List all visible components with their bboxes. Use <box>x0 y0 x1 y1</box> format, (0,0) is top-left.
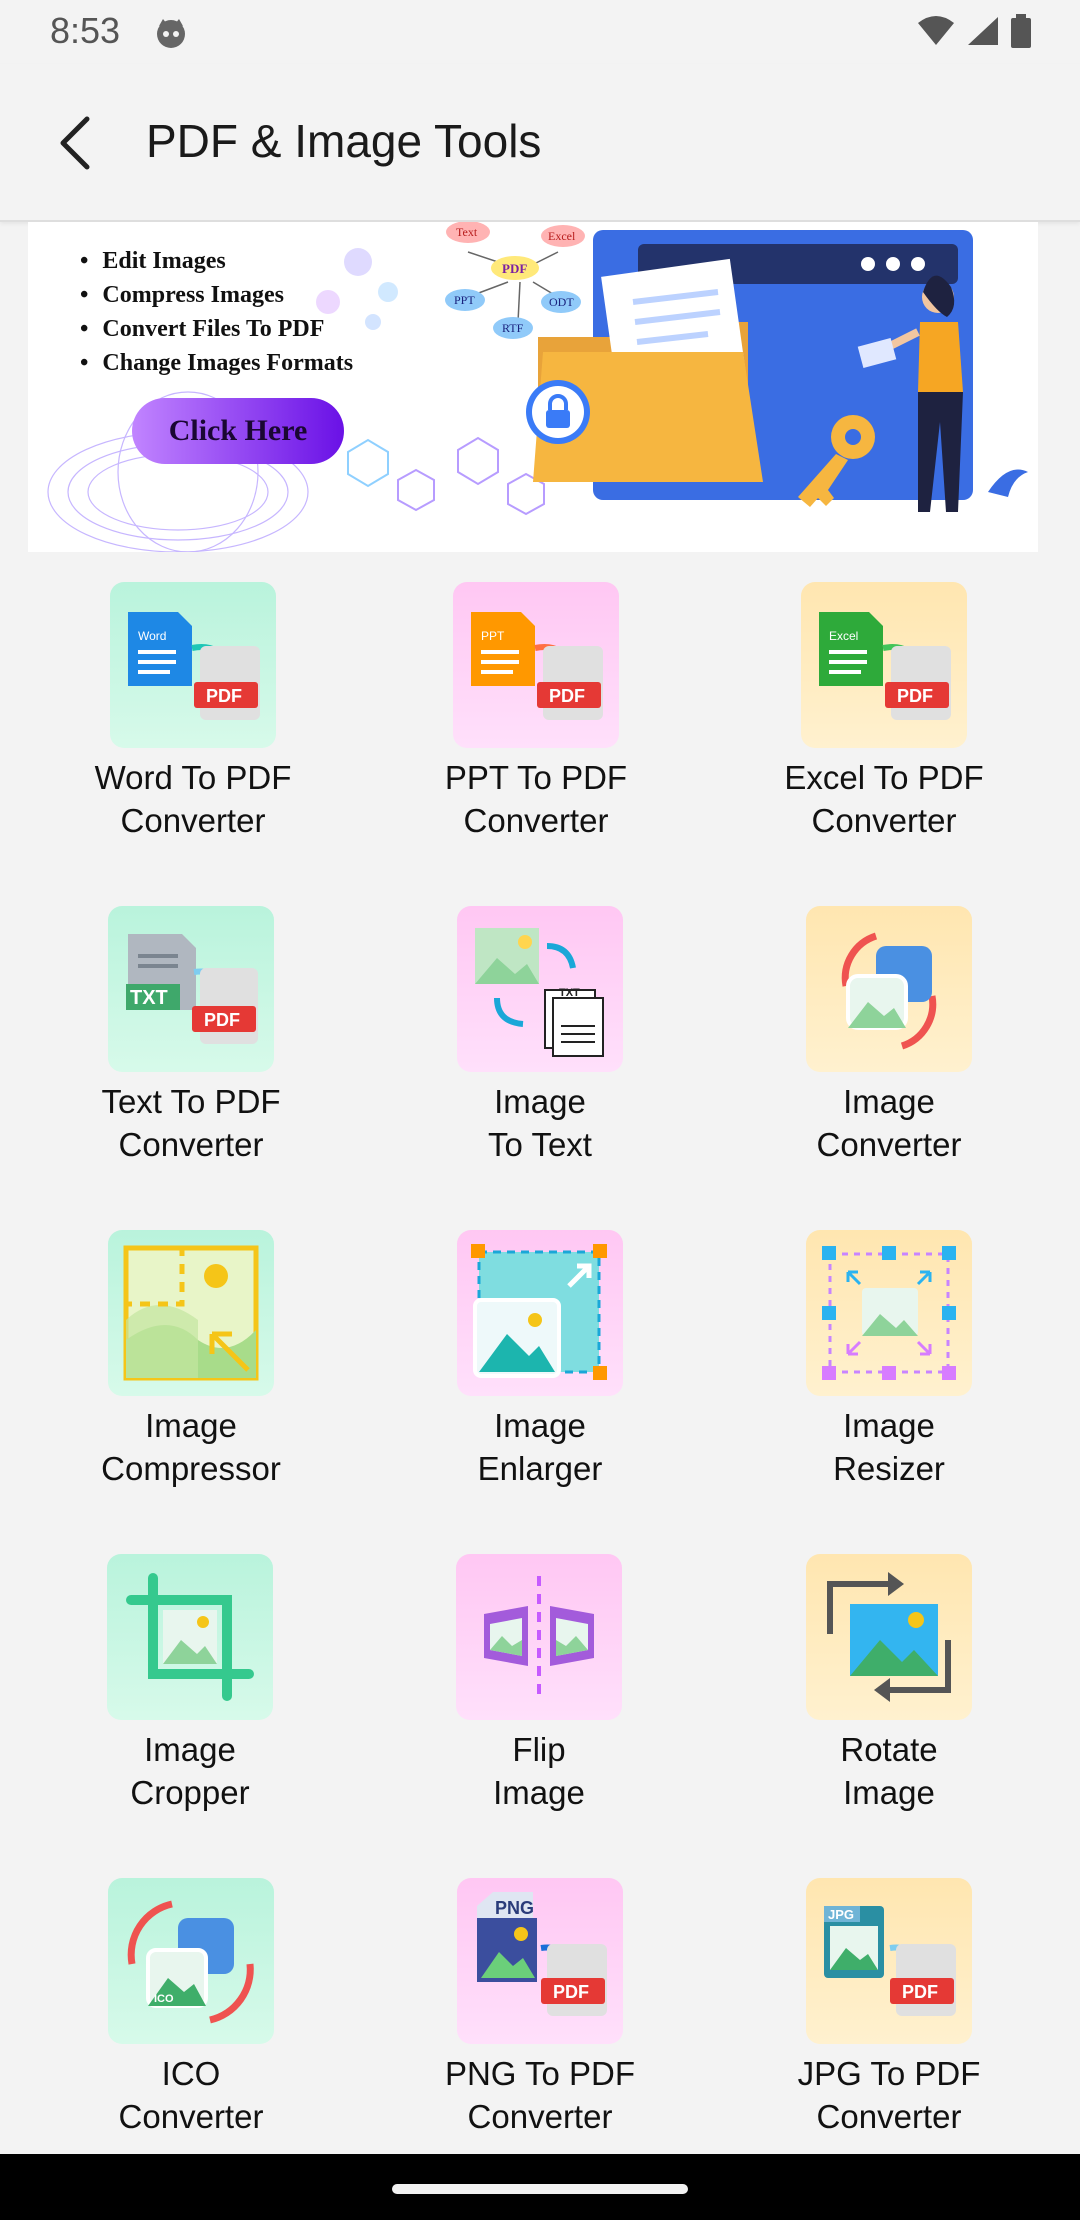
tool-label: Text To PDF Converter <box>101 1083 281 1163</box>
diagram-text: Text <box>456 225 478 239</box>
jpg-to-pdf-icon: JPG PDF <box>806 1878 972 2044</box>
tool-ppt-to-pdf[interactable]: PPT PDF PPT To PDF Converter <box>386 582 686 842</box>
excel-to-pdf-icon: Excel PDF <box>801 582 967 748</box>
pdf-badge: PDF <box>549 686 585 706</box>
tool-image-compressor[interactable]: Image Compressor <box>41 1230 341 1490</box>
wifi-icon <box>918 16 954 45</box>
app-bar: PDF & Image Tools <box>0 64 1080 222</box>
click-here-button[interactable]: Click Here <box>132 398 344 464</box>
svg-text:ODT: ODT <box>549 295 574 309</box>
tool-jpg-to-pdf[interactable]: JPG PDF JPG To PDF Converter <box>739 1878 1039 2138</box>
image-enlarger-icon <box>457 1230 623 1396</box>
tool-label: PPT To PDF Converter <box>444 759 628 839</box>
tool-label: Word To PDF Converter <box>94 759 292 839</box>
flip-image-icon <box>456 1554 622 1720</box>
ico-converter-icon: ICO <box>108 1878 274 2044</box>
tool-rotate-image[interactable]: Rotate Image <box>739 1554 1039 1814</box>
assistant-face-icon <box>157 19 185 48</box>
promo-banner[interactable]: Text Excel PDF PPT ODT RTF • Edit Images… <box>28 222 1038 552</box>
tool-label: ICO Converter <box>118 2055 264 2135</box>
doc-tag: ICO <box>154 1993 174 2005</box>
ppt-to-pdf-icon: PPT PDF <box>453 582 619 748</box>
pdf-badge: PDF <box>897 686 933 706</box>
tool-label: PNG To PDF Converter <box>444 2055 636 2135</box>
image-converter-icon <box>806 906 972 1072</box>
doc-tag: TXT <box>559 987 580 999</box>
tool-image-cropper[interactable]: Image Cropper <box>40 1554 340 1814</box>
banner-feature-item: Edit Images <box>80 244 353 278</box>
tool-label: Flip Image <box>493 1731 585 1811</box>
tool-image-to-text[interactable]: TXT Image To Text <box>390 906 690 1166</box>
svg-text:RTF: RTF <box>502 321 524 335</box>
svg-text:Excel: Excel <box>548 229 576 243</box>
tool-label: Excel To PDF Converter <box>784 759 984 839</box>
back-button[interactable] <box>40 108 110 178</box>
rotate-image-icon <box>806 1554 972 1720</box>
battery-icon <box>1011 14 1031 48</box>
tool-label: Image Cropper <box>130 1731 250 1811</box>
tool-excel-to-pdf[interactable]: Excel PDF Excel To PDF Converter <box>734 582 1034 842</box>
doc-tag: JPG <box>828 1907 854 1922</box>
doc-tag: PPT <box>481 629 505 643</box>
pdf-badge: PDF <box>902 1982 938 2002</box>
tool-image-converter[interactable]: Image Converter <box>739 906 1039 1166</box>
tool-image-resizer[interactable]: Image Resizer <box>739 1230 1039 1490</box>
banner-feature-item: Convert Files To PDF <box>80 312 353 346</box>
tool-ico-converter[interactable]: ICO ICO Converter <box>41 1878 341 2138</box>
doc-tag: Excel <box>829 629 858 643</box>
png-to-pdf-icon: PNG PDF <box>457 1878 623 2044</box>
home-gesture-handle[interactable] <box>392 2184 688 2194</box>
svg-text:PDF: PDF <box>502 261 527 276</box>
status-time: 8:53 <box>50 10 121 51</box>
banner-feature-item: Change Images Formats <box>80 346 353 380</box>
image-cropper-icon <box>107 1554 273 1720</box>
tool-word-to-pdf[interactable]: Word PDF Word To PDF Converter <box>43 582 343 842</box>
image-to-text-icon: TXT <box>457 906 623 1072</box>
image-resizer-icon <box>806 1230 972 1396</box>
tool-flip-image[interactable]: Flip Image <box>389 1554 689 1814</box>
tool-png-to-pdf[interactable]: PNG PDF PNG To PDF Converter <box>390 1878 690 2138</box>
tool-text-to-pdf[interactable]: TXT PDF Text To PDF Converter <box>41 906 341 1166</box>
system-navigation-bar <box>0 2154 1080 2220</box>
doc-tag: TXT <box>130 987 168 1009</box>
tool-label: Image Enlarger <box>477 1407 603 1487</box>
tool-label: Rotate Image <box>840 1731 938 1811</box>
pdf-badge: PDF <box>204 1010 240 1030</box>
banner-feature-item: Compress Images <box>80 278 353 312</box>
doc-tag: Word <box>138 629 166 643</box>
pdf-badge: PDF <box>553 1982 589 2002</box>
svg-text:PPT: PPT <box>454 293 475 307</box>
tool-label: Image Compressor <box>101 1407 281 1487</box>
arrow-back-icon <box>60 116 90 170</box>
signal-icon <box>968 17 998 45</box>
tool-label: Image Resizer <box>833 1407 945 1487</box>
doc-tag: PNG <box>495 1898 534 1918</box>
tool-label: Image Converter <box>816 1083 962 1163</box>
status-bar: 8:53 <box>0 0 1080 64</box>
page-title: PDF & Image Tools <box>146 115 542 167</box>
tool-image-enlarger[interactable]: Image Enlarger <box>390 1230 690 1490</box>
pdf-badge: PDF <box>206 686 242 706</box>
tool-label: Image To Text <box>488 1083 592 1163</box>
tool-label: JPG To PDF Converter <box>797 2055 981 2135</box>
word-to-pdf-icon: Word PDF <box>110 582 276 748</box>
image-compressor-icon <box>108 1230 274 1396</box>
banner-feature-list: Edit Images Compress Images Convert File… <box>80 244 353 380</box>
text-to-pdf-icon: TXT PDF <box>108 906 274 1072</box>
